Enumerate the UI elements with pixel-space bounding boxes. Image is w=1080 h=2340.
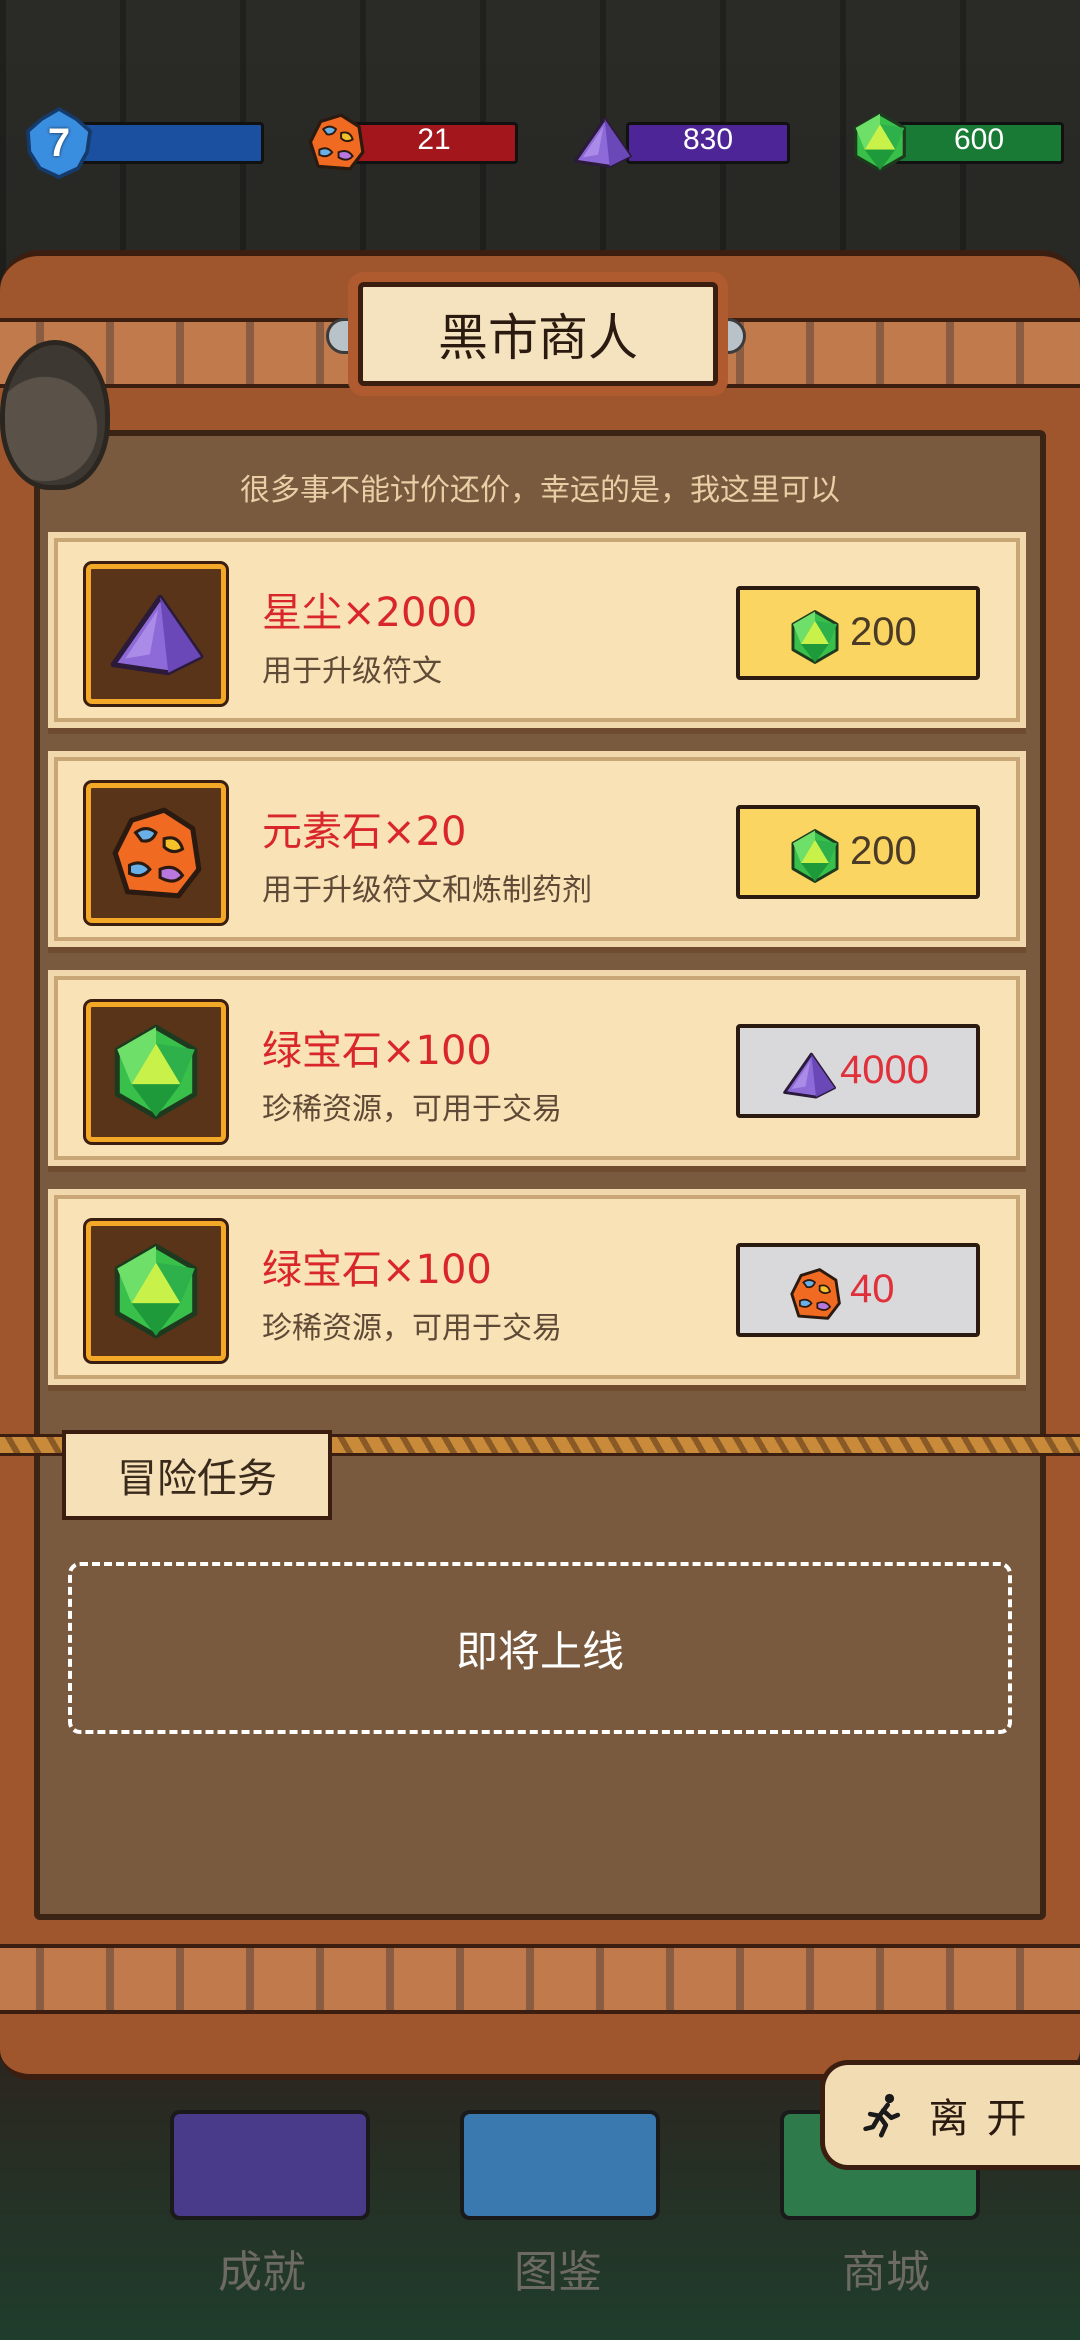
panel-bottom-stripe (0, 1944, 1080, 2014)
nav-codex[interactable]: 图鉴 (514, 2236, 602, 2300)
item-icon-frame (86, 1221, 226, 1361)
item-desc: 珍稀资源，可用于交易 (262, 1092, 562, 1127)
element-stone-icon (786, 1265, 844, 1323)
emerald-count: 600 (953, 123, 1005, 156)
resource-bar: 7 21 830 600 (0, 100, 1080, 190)
item-desc: 用于升级符文和炼制药剂 (262, 873, 592, 908)
level-number: 7 (47, 120, 71, 165)
stardust-display[interactable]: 830 (570, 122, 790, 164)
item-icon-frame (86, 1002, 226, 1142)
stardust-icon (105, 583, 207, 685)
shop-item-element-stone[interactable]: 元素石×20 用于升级符文和炼制药剂 200 (54, 757, 1020, 941)
shop-item-emerald-for-element-stone[interactable]: 绿宝石×100 珍稀资源，可用于交易 40 (54, 1195, 1020, 1379)
buy-button[interactable]: 40 (736, 1243, 980, 1337)
item-name: 绿宝石×100 (262, 1247, 492, 1293)
shop-item-stardust[interactable]: 星尘×2000 用于升级符文 200 (54, 538, 1020, 722)
panel-title: 黑市商人 (358, 282, 718, 386)
emerald-icon (848, 110, 912, 174)
emerald-icon (105, 1240, 207, 1342)
coming-soon-placeholder: 即将上线 (68, 1562, 1012, 1734)
stardust-count: 830 (682, 123, 734, 156)
element-stone-icon (105, 802, 207, 904)
buy-button[interactable]: 4000 (736, 1024, 980, 1118)
emerald-icon (786, 608, 844, 666)
element-stone-count: 21 (417, 123, 451, 156)
buy-button[interactable]: 200 (736, 805, 980, 899)
achievements-book[interactable] (170, 2110, 370, 2220)
level-badge-icon: 7 (22, 106, 96, 180)
item-icon-frame (86, 783, 226, 923)
emerald-icon (786, 827, 844, 885)
stardust-icon (780, 1046, 838, 1104)
item-desc: 珍稀资源，可用于交易 (262, 1311, 562, 1346)
price-amount: 200 (850, 610, 917, 654)
codex-book[interactable] (460, 2110, 660, 2220)
stardust-icon (570, 110, 634, 174)
item-name: 星尘×2000 (262, 590, 478, 636)
element-stone-icon (304, 110, 368, 174)
price-amount: 200 (850, 829, 917, 873)
item-desc: 用于升级符文 (262, 654, 442, 689)
price-amount: 40 (850, 1267, 895, 1311)
nav-shop[interactable]: 商城 (842, 2236, 930, 2300)
leave-label: 离开 (928, 2096, 1045, 2142)
buy-button[interactable]: 200 (736, 586, 980, 680)
shop-item-emerald-for-stardust[interactable]: 绿宝石×100 珍稀资源，可用于交易 4000 (54, 976, 1020, 1160)
emerald-icon (105, 1021, 207, 1123)
item-name: 绿宝石×100 (262, 1028, 492, 1074)
adventure-tab[interactable]: 冒险任务 (62, 1430, 332, 1520)
element-stone-display[interactable]: 21 (304, 122, 518, 164)
running-man-icon (861, 2092, 907, 2138)
nav-achievements[interactable]: 成就 (218, 2236, 306, 2300)
emerald-display[interactable]: 600 (848, 122, 1064, 164)
item-icon-frame (86, 564, 226, 704)
item-name: 元素石×20 (262, 809, 467, 855)
merchant-quote: 很多事不能讨价还价，幸运的是，我这里可以 (240, 473, 840, 508)
leave-button[interactable]: 离开 (820, 2060, 1080, 2170)
level-display[interactable]: 7 (22, 122, 264, 164)
price-amount: 4000 (840, 1048, 929, 1092)
